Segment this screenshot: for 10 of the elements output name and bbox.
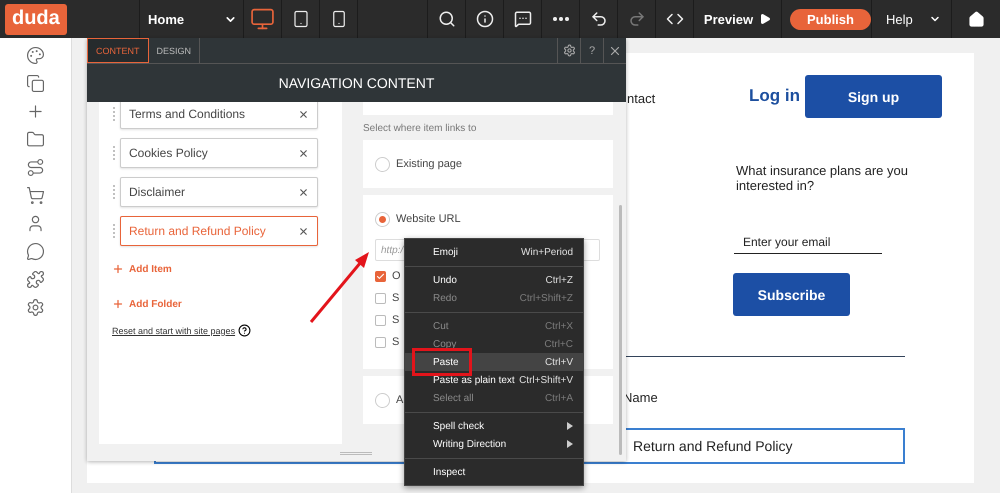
checkbox-label: O [392, 270, 401, 282]
option-label: A [396, 394, 404, 406]
link-prompt: Select where item links to [363, 123, 478, 134]
checkbox-label: S [392, 336, 400, 348]
checkbox-label: S [392, 314, 400, 326]
checkbox-label: S [392, 292, 400, 304]
question-text: What insurance plans are you interested in? [736, 163, 909, 193]
option-label: Website URL [396, 213, 461, 225]
panel-title: NAVIGATION CONTENT [87, 64, 626, 102]
option-label: Existing page [396, 158, 462, 170]
